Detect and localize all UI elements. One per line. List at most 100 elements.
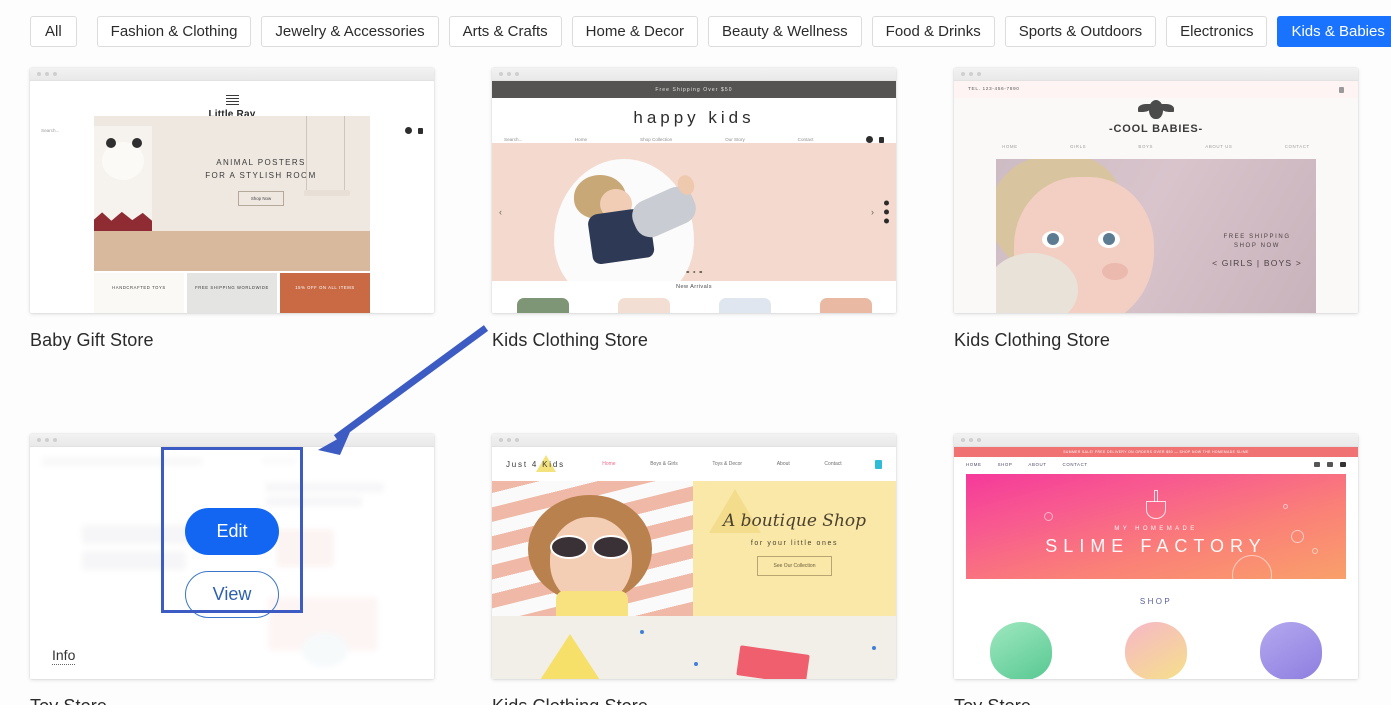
nav-link: ABOUT US [1205,144,1232,149]
baby-cheek [1102,263,1128,280]
browser-chrome-bar [30,434,434,447]
carousel-dots [686,271,702,274]
site-brand: -COOL BABIES- [954,123,1358,135]
filter-chip-kids-babies[interactable]: Kids & Babies [1277,16,1391,47]
nav-link: Our Story [725,137,745,142]
site-nav-links: Home Shop Collection Our Story Contact [522,137,866,142]
account-icon [866,136,873,143]
template-thumbnail[interactable]: Edit View Info [30,434,434,679]
template-card[interactable]: Free Shipping Over $50 happy kids Search… [492,68,896,351]
template-grid: Little Ray Search... Home Shop About Us … [30,68,1362,705]
filter-chip-arts-crafts[interactable]: Arts & Crafts [449,16,562,47]
site-nav-icons [1314,462,1346,467]
site-brand: happy kids [492,98,896,132]
grid-icon [1314,462,1320,467]
hero-line-1: FREE SHIPPING [1223,234,1290,240]
nav-link: SHOP [998,462,1013,467]
template-card[interactable]: TEL. 123-456-7890 -COOL BABIES- HOME GIR… [954,68,1358,351]
filter-chip-food-drinks[interactable]: Food & Drinks [872,16,995,47]
chrome-dot-icon [977,438,981,442]
account-icon [405,127,412,134]
product-thumb [1125,622,1187,679]
template-preview: Just 4 Kids Home Boys & Girls Toys & Dec… [492,447,896,679]
site-nav: HOME GIRLS BOYS ABOUT US CONTACT [954,135,1358,149]
hero-line-2: SLIME FACTORY [966,536,1346,557]
filter-chip-sports-outdoors[interactable]: Sports & Outdoors [1005,16,1156,47]
template-preview: Little Ray Search... Home Shop About Us … [30,81,434,313]
filter-chip-home-decor[interactable]: Home & Decor [572,16,698,47]
chrome-dot-icon [499,72,503,76]
chrome-dot-icon [45,438,49,442]
browser-chrome-bar [30,68,434,81]
hero-text-panel: A boutique Shop for your little ones See… [693,481,896,616]
product-row [954,622,1358,679]
promo-strip: HANDCRAFTED TOYS FREE SHIPPING WORLDWIDE… [94,273,370,313]
filter-chip-fashion-clothing[interactable]: Fashion & Clothing [97,16,252,47]
chrome-dot-icon [37,72,41,76]
chrome-dot-icon [515,438,519,442]
chrome-dot-icon [969,438,973,442]
nav-link: ABOUT [1028,462,1046,467]
chrome-dot-icon [507,72,511,76]
hero-floor [94,231,370,271]
site-logo: -COOL BABIES- [954,98,1358,135]
filter-chip-beauty-wellness[interactable]: Beauty & Wellness [708,16,862,47]
chrome-dot-icon [507,438,511,442]
template-preview: SUMMER SALE! FREE DELIVERY ON ORDERS OVE… [954,447,1358,679]
template-card-hovered[interactable]: Edit View Info Toy Store [30,434,434,705]
promo-item: FREE SHIPPING WORLDWIDE [187,273,277,313]
template-thumbnail[interactable]: Just 4 Kids Home Boys & Girls Toys & Dec… [492,434,896,679]
chrome-dot-icon [961,438,965,442]
info-link[interactable]: Info [52,647,75,665]
nav-link: Home [602,461,615,467]
swing-decor [300,116,356,236]
nav-link: CONTACT [1063,462,1088,467]
template-caption: Kids Clothing Store [492,330,896,351]
cart-icon [1340,462,1346,467]
site-nav-icons [866,136,884,143]
nav-link: Contact [824,461,841,467]
edit-button[interactable]: Edit [185,508,279,555]
category-filter-bar: All Fashion & Clothing Jewelry & Accesso… [0,0,1391,62]
browser-chrome-bar [492,434,896,447]
site-brand: Little Ray [30,81,434,120]
browser-chrome-bar [492,68,896,81]
filter-chip-all[interactable]: All [30,16,77,47]
template-card[interactable]: Little Ray Search... Home Shop About Us … [30,68,434,351]
hero-cta-button: See Our Collection [757,556,833,576]
hero-line-2: SHOP NOW [1234,243,1280,249]
bat-logo-icon [1138,100,1174,119]
flask-logo-icon [1145,490,1167,520]
template-thumbnail[interactable]: TEL. 123-456-7890 -COOL BABIES- HOME GIR… [954,68,1358,313]
site-hero: MY HOMEMADE SLIME FACTORY [966,474,1346,579]
template-card[interactable]: SUMMER SALE! FREE DELIVERY ON ORDERS OVE… [954,434,1358,705]
filter-chip-electronics[interactable]: Electronics [1166,16,1267,47]
sunglasses-icon [550,535,630,559]
brand-mark-icon [226,95,239,106]
site-topbar: TEL. 123-456-7890 [954,81,1358,98]
site-nav-links: HOME SHOP ABOUT CONTACT [966,462,1088,467]
site-nav-icons [405,127,423,134]
filter-chip-jewelry-accessories[interactable]: Jewelry & Accessories [261,16,438,47]
kid-photo [574,163,682,281]
instagram-icon [884,210,889,215]
social-icons [884,201,889,224]
cart-icon [418,128,423,134]
template-thumbnail[interactable]: Free Shipping Over $50 happy kids Search… [492,68,896,313]
template-preview: TEL. 123-456-7890 -COOL BABIES- HOME GIR… [954,81,1358,313]
product-thumb [618,298,670,313]
carousel-prev-icon: ‹ [499,207,502,217]
site-footer-decor [492,616,896,679]
chrome-dot-icon [515,72,519,76]
cart-icon [875,460,882,469]
template-thumbnail[interactable]: SUMMER SALE! FREE DELIVERY ON ORDERS OVE… [954,434,1358,679]
facebook-icon [884,201,889,206]
site-nav-links: Home Boys & Girls Toys & Decor About Con… [569,461,875,467]
template-thumbnail[interactable]: Little Ray Search... Home Shop About Us … [30,68,434,313]
browser-chrome-bar [954,434,1358,447]
nav-link: HOME [1002,144,1018,149]
view-button[interactable]: View [185,571,279,618]
nav-link: HOME [966,462,982,467]
carousel-next-icon: › [871,207,874,217]
template-card[interactable]: Just 4 Kids Home Boys & Girls Toys & Dec… [492,434,896,705]
